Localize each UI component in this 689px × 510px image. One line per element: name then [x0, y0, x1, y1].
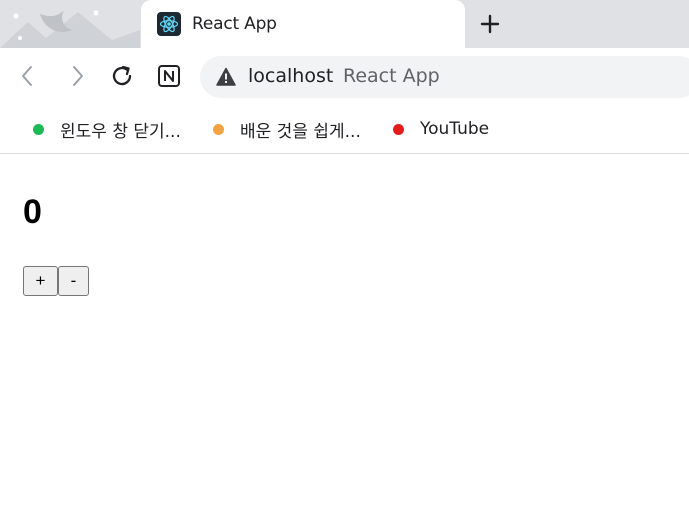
address-bar[interactable]: localhost React App: [200, 56, 689, 98]
warning-triangle-icon[interactable]: [216, 67, 236, 87]
reload-icon: [112, 65, 132, 86]
plus-icon: [480, 14, 500, 34]
forward-button[interactable]: [63, 62, 91, 90]
browser-toolbar: localhost React App: [0, 48, 689, 104]
chevron-left-icon: [22, 66, 32, 86]
tab-react-app[interactable]: React App: [141, 0, 465, 48]
increment-button[interactable]: +: [23, 266, 58, 296]
bookmark-youtube[interactable]: YouTube: [393, 118, 489, 140]
tab-strip: React App: [0, 0, 689, 48]
page-content: 0 + -: [0, 154, 689, 510]
url-host: localhost: [248, 65, 334, 87]
back-button[interactable]: [14, 62, 42, 90]
react-logo-icon: [157, 12, 181, 36]
bookmark-label: YouTube: [420, 119, 490, 139]
new-tab-button[interactable]: [476, 10, 504, 38]
url-page-title: React App: [343, 65, 440, 87]
notion-extension-button[interactable]: [155, 62, 183, 90]
browser-brand-artwork: [0, 10, 140, 48]
counter-value: 0: [23, 193, 42, 231]
decrement-button[interactable]: -: [58, 266, 89, 296]
bookmark-dot-icon: [33, 123, 44, 135]
youtube-dot-icon: [393, 123, 404, 135]
bookmark-learn-easily[interactable]: 배운 것을 쉽게...: [213, 118, 361, 142]
bookmark-windows-close[interactable]: 윈도우 창 닫기...: [33, 118, 181, 142]
bookmark-dot-icon: [213, 123, 224, 135]
bookmark-label: 윈도우 창 닫기...: [60, 121, 181, 142]
chevron-right-icon: [73, 66, 83, 86]
bookmark-label: 배운 것을 쉽게...: [240, 121, 361, 142]
tab-title: React App: [192, 14, 277, 34]
reload-button[interactable]: [108, 62, 136, 90]
bookmarks-bar: 윈도우 창 닫기... 배운 것을 쉽게... YouTube: [0, 104, 689, 154]
notion-icon: [158, 65, 180, 87]
